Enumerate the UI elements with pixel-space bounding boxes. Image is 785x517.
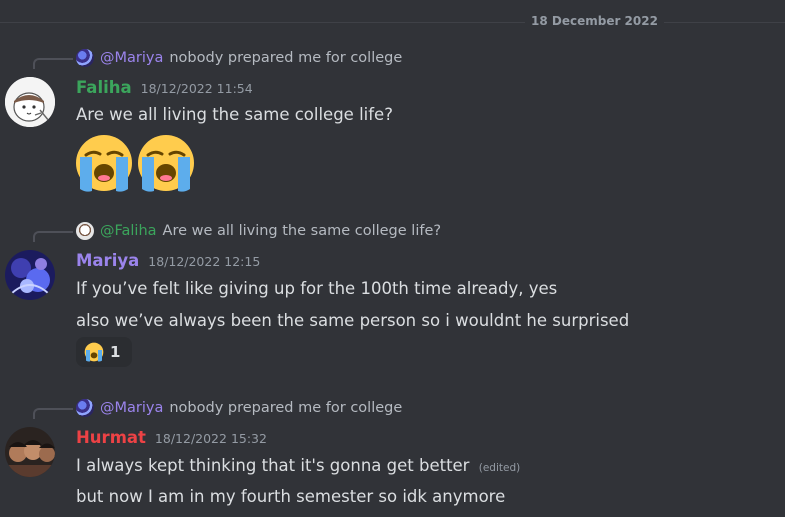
message-text: If you’ve felt like giving up for the 10… bbox=[76, 279, 558, 298]
avatar[interactable] bbox=[5, 250, 55, 300]
reaction-button[interactable]: 1 bbox=[76, 337, 132, 367]
reaction-count: 1 bbox=[110, 343, 121, 361]
message-header: Faliha 18/12/2022 11:54 bbox=[76, 78, 253, 97]
edited-label: (edited) bbox=[478, 462, 521, 474]
jumbo-emoji-row bbox=[74, 133, 196, 193]
timestamp[interactable]: 18/12/2022 11:54 bbox=[141, 81, 253, 96]
loudly-crying-face-icon bbox=[84, 342, 104, 362]
reply-text[interactable]: nobody prepared me for college bbox=[169, 50, 402, 66]
group-photo-avatar-icon bbox=[5, 427, 55, 477]
reply-preview[interactable]: @Mariya nobody prepared me for college bbox=[76, 48, 402, 68]
reply-preview[interactable]: @Mariya nobody prepared me for college bbox=[76, 398, 402, 418]
reply-mention[interactable]: @Mariya bbox=[100, 400, 163, 416]
message-header: Hurmat 18/12/2022 15:32 bbox=[76, 428, 267, 447]
author-name[interactable]: Mariya bbox=[76, 251, 139, 270]
timestamp[interactable]: 18/12/2022 15:32 bbox=[155, 431, 267, 446]
date-divider bbox=[0, 22, 785, 23]
author-name[interactable]: Hurmat bbox=[76, 428, 146, 447]
avatar[interactable] bbox=[5, 77, 55, 127]
reply-text[interactable]: Are we all living the same college life? bbox=[163, 223, 442, 239]
flower-avatar-icon bbox=[76, 399, 94, 417]
message-header: Mariya 18/12/2022 12:15 bbox=[76, 251, 260, 270]
flower-avatar-icon bbox=[5, 250, 55, 300]
loudly-crying-face-icon[interactable] bbox=[136, 133, 196, 193]
date-divider-label: 18 December 2022 bbox=[525, 14, 664, 28]
reply-spine bbox=[33, 231, 73, 242]
reply-mention[interactable]: @Faliha bbox=[100, 223, 157, 239]
avatar[interactable] bbox=[5, 427, 55, 477]
reply-text[interactable]: nobody prepared me for college bbox=[169, 400, 402, 416]
reply-spine bbox=[33, 58, 73, 69]
message-text: but now I am in my fourth semester so id… bbox=[76, 487, 506, 506]
message-text: also we’ve always been the same person s… bbox=[76, 311, 630, 330]
message-text: Are we all living the same college life? bbox=[76, 105, 393, 124]
reply-preview[interactable]: @Faliha Are we all living the same colle… bbox=[76, 221, 441, 241]
flower-avatar-icon bbox=[76, 49, 94, 67]
timestamp[interactable]: 18/12/2022 12:15 bbox=[148, 254, 260, 269]
reply-spine bbox=[33, 408, 73, 419]
author-name[interactable]: Faliha bbox=[76, 78, 132, 97]
cartoon-avatar-icon bbox=[5, 77, 55, 127]
reply-mention[interactable]: @Mariya bbox=[100, 50, 163, 66]
message-text: I always kept thinking that it's gonna g… bbox=[76, 456, 520, 475]
message-text-content: I always kept thinking that it's gonna g… bbox=[76, 456, 470, 475]
loudly-crying-face-icon[interactable] bbox=[74, 133, 134, 193]
cartoon-avatar-icon bbox=[76, 222, 94, 240]
